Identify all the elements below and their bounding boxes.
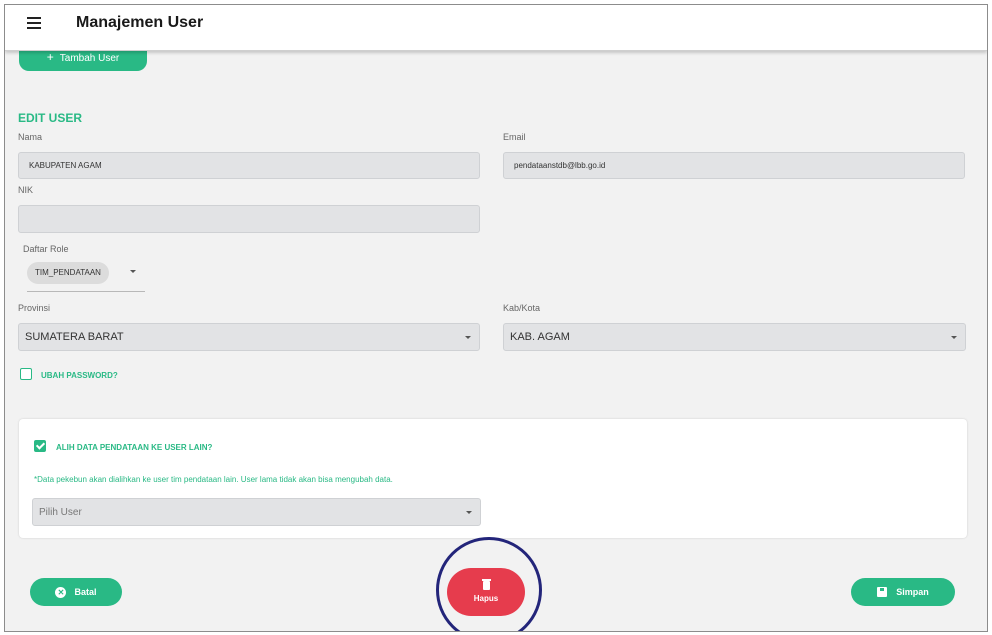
trash-icon xyxy=(481,579,491,590)
provinsi-value: SUMATERA BARAT xyxy=(25,331,124,343)
nama-field[interactable]: KABUPATEN AGAM xyxy=(18,152,480,179)
page-title: Manajemen User xyxy=(76,14,204,31)
transfer-checkbox[interactable] xyxy=(34,440,46,452)
pilih-user-select[interactable]: Pilih User xyxy=(32,498,481,526)
delete-button[interactable]: Hapus xyxy=(447,568,525,616)
kabkota-select[interactable]: KAB. AGAM xyxy=(503,323,966,351)
email-field[interactable]: pendataanstdb@lbb.go.id xyxy=(503,152,965,179)
save-label: Simpan xyxy=(896,587,929,597)
add-user-button[interactable]: + Tambah User xyxy=(19,49,147,71)
provinsi-select[interactable]: SUMATERA BARAT xyxy=(18,323,480,351)
role-chip[interactable]: TIM_PENDATAAN xyxy=(27,262,109,284)
close-circle-icon: ✕ xyxy=(55,586,67,598)
delete-label: Hapus xyxy=(473,594,499,603)
ubah-password-checkbox[interactable] xyxy=(20,368,32,380)
add-user-label: Tambah User xyxy=(59,53,120,64)
email-value: pendataanstdb@lbb.go.id xyxy=(514,161,606,170)
chevron-down-icon xyxy=(951,336,957,339)
top-bar: Manajemen User xyxy=(5,5,987,51)
kabkota-label: Kab/Kota xyxy=(503,303,541,313)
menu-icon[interactable] xyxy=(27,17,41,29)
nik-field[interactable] xyxy=(18,205,480,233)
section-title: EDIT USER xyxy=(18,111,83,125)
email-label: Email xyxy=(503,132,526,142)
kabkota-value: KAB. AGAM xyxy=(510,331,570,343)
role-underline xyxy=(27,291,145,292)
nik-label: NIK xyxy=(18,185,34,195)
nama-value: KABUPATEN AGAM xyxy=(29,161,102,170)
role-label: Daftar Role xyxy=(23,244,69,254)
save-button[interactable]: Simpan xyxy=(851,578,955,606)
chevron-down-icon[interactable] xyxy=(130,270,136,273)
nama-label: Nama xyxy=(18,132,43,142)
transfer-note: *Data pekebun akan dialihkan ke user tim… xyxy=(34,475,393,484)
provinsi-label: Provinsi xyxy=(18,303,51,313)
save-icon xyxy=(877,587,888,597)
ubah-password-label[interactable]: UBAH PASSWORD? xyxy=(41,371,118,380)
app-window: Manajemen User + Tambah User EDIT USER Na… xyxy=(4,4,988,632)
plus-icon: + xyxy=(46,50,54,64)
cancel-button[interactable]: ✕ Batal xyxy=(30,578,122,606)
transfer-label[interactable]: ALIH DATA PENDATAAN KE USER LAIN? xyxy=(56,443,212,452)
chevron-down-icon xyxy=(465,336,471,339)
cancel-label: Batal xyxy=(74,587,97,597)
pilih-user-placeholder: Pilih User xyxy=(39,506,82,518)
chevron-down-icon xyxy=(466,511,472,514)
